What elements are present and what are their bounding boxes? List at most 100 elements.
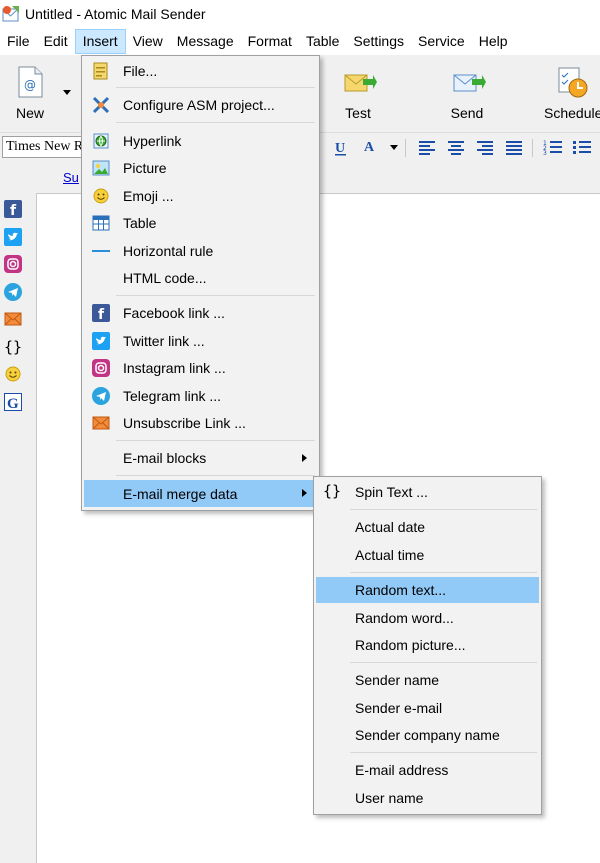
- menu-separator: [350, 752, 537, 753]
- submenu-arrow-icon: [302, 454, 307, 462]
- align-justify-icon[interactable]: [505, 138, 523, 157]
- unsubscribe-icon[interactable]: [4, 310, 22, 328]
- hyperlink-item[interactable]: Hyperlink: [84, 128, 317, 154]
- send-button-label: Send: [450, 105, 484, 121]
- menu-service[interactable]: Service: [411, 29, 472, 54]
- file-icon: [93, 62, 108, 80]
- telegram-icon[interactable]: [4, 282, 22, 301]
- bullet-list-icon[interactable]: [572, 138, 592, 157]
- email-merge-data-item[interactable]: E-mail merge data: [84, 480, 317, 507]
- test-button[interactable]: Test: [330, 65, 386, 121]
- align-center-icon[interactable]: [447, 138, 465, 157]
- random-word-item[interactable]: Random word...: [316, 605, 539, 631]
- align-right-icon[interactable]: [476, 138, 494, 157]
- test-button-label: Test: [345, 105, 371, 121]
- instagram-icon[interactable]: [4, 255, 22, 273]
- twitter-icon[interactable]: [4, 227, 22, 246]
- insert-menu: File... Configure ASM project... Hyperli…: [81, 55, 320, 511]
- font-color-dropdown-icon[interactable]: [390, 145, 398, 150]
- actual-time-label: Actual time: [355, 547, 425, 563]
- numbered-list-icon[interactable]: 123: [543, 138, 563, 157]
- google-icon[interactable]: G: [4, 392, 22, 412]
- menu-file[interactable]: File: [0, 29, 37, 54]
- editor-link[interactable]: Su: [63, 170, 79, 185]
- user-name-item[interactable]: User name: [316, 785, 539, 811]
- twitter-link-item[interactable]: Twitter link ...: [84, 328, 317, 354]
- email-address-item[interactable]: E-mail address: [316, 757, 539, 783]
- random-picture-item[interactable]: Random picture...: [316, 632, 539, 658]
- html-code-label: HTML code...: [123, 270, 207, 286]
- sender-email-label: Sender e-mail: [355, 700, 443, 716]
- telegram-icon: [92, 387, 110, 405]
- random-text-item[interactable]: Random text...: [316, 577, 539, 603]
- spin-text-item[interactable]: {} Spin Text ...: [316, 479, 539, 505]
- menu-table[interactable]: Table: [299, 29, 346, 54]
- menu-settings[interactable]: Settings: [346, 29, 411, 54]
- spin-text-icon[interactable]: {}: [4, 338, 22, 356]
- twitter-link-label: Twitter link ...: [123, 333, 205, 349]
- underline-icon[interactable]: U: [333, 138, 349, 157]
- actual-time-item[interactable]: Actual time: [316, 542, 539, 568]
- menu-edit[interactable]: Edit: [37, 29, 75, 54]
- facebook-icon[interactable]: f: [4, 200, 22, 219]
- configure-asm-item[interactable]: Configure ASM project...: [84, 92, 317, 118]
- table-icon: [92, 215, 110, 231]
- svg-text:U: U: [335, 141, 345, 156]
- instagram-link-item[interactable]: Instagram link ...: [84, 355, 317, 381]
- menu-separator: [116, 122, 315, 123]
- email-address-label: E-mail address: [355, 762, 449, 778]
- configure-icon: [92, 96, 110, 114]
- menu-separator: [350, 509, 537, 510]
- window-title: Untitled - Atomic Mail Sender: [25, 6, 206, 22]
- user-name-label: User name: [355, 790, 424, 806]
- font-select[interactable]: Times New Roman: [2, 136, 82, 158]
- menu-separator: [116, 475, 315, 476]
- picture-item[interactable]: Picture: [84, 155, 317, 181]
- email-blocks-item[interactable]: E-mail blocks: [84, 445, 317, 471]
- picture-label: Picture: [123, 160, 167, 176]
- table-item[interactable]: Table: [84, 210, 317, 236]
- emoji-label: Emoji ...: [123, 188, 174, 204]
- emoji-icon[interactable]: [4, 365, 22, 383]
- actual-date-item[interactable]: Actual date: [316, 514, 539, 540]
- horizontal-rule-item[interactable]: Horizontal rule: [84, 238, 317, 264]
- menu-bar: File Edit Insert View Message Format Tab…: [0, 28, 600, 55]
- random-picture-label: Random picture...: [355, 637, 466, 653]
- new-dropdown-icon[interactable]: [63, 90, 71, 95]
- facebook-link-label: Facebook link ...: [123, 305, 225, 321]
- hyperlink-icon: [93, 133, 109, 149]
- sender-email-item[interactable]: Sender e-mail: [316, 695, 539, 721]
- new-button[interactable]: @ New: [2, 65, 58, 121]
- menu-view[interactable]: View: [126, 29, 170, 54]
- emoji-item[interactable]: Emoji ...: [84, 183, 317, 209]
- app-icon: [2, 5, 20, 23]
- menu-help[interactable]: Help: [472, 29, 515, 54]
- send-button[interactable]: Send: [439, 65, 495, 121]
- facebook-link-item[interactable]: f Facebook link ...: [84, 300, 317, 326]
- random-text-label: Random text...: [355, 582, 447, 598]
- menu-format[interactable]: Format: [241, 29, 299, 54]
- format-divider: [405, 139, 406, 157]
- font-color-icon[interactable]: A: [362, 138, 380, 157]
- schedule-button[interactable]: Schedule: [544, 65, 600, 121]
- menu-insert[interactable]: Insert: [74, 29, 126, 54]
- facebook-icon: f: [92, 304, 110, 322]
- unsubscribe-link-item[interactable]: Unsubscribe Link ...: [84, 410, 317, 436]
- side-icon-column: f {} G: [4, 200, 26, 420]
- menu-separator: [116, 295, 315, 296]
- merge-data-submenu: {} Spin Text ... Actual date Actual time…: [313, 476, 542, 815]
- email-blocks-label: E-mail blocks: [123, 450, 207, 466]
- html-code-item[interactable]: HTML code...: [84, 265, 317, 291]
- svg-text:f: f: [10, 203, 17, 218]
- sender-company-item[interactable]: Sender company name: [316, 722, 539, 748]
- configure-asm-label: Configure ASM project...: [123, 97, 275, 113]
- emoji-icon: [93, 188, 109, 204]
- telegram-link-item[interactable]: Telegram link ...: [84, 383, 317, 409]
- align-left-icon[interactable]: [418, 138, 436, 157]
- sender-name-item[interactable]: Sender name: [316, 667, 539, 693]
- svg-text:3: 3: [543, 150, 547, 157]
- menu-separator: [350, 572, 537, 573]
- insert-file-item[interactable]: File...: [84, 58, 317, 84]
- insert-file-label: File...: [123, 63, 158, 79]
- menu-message[interactable]: Message: [170, 29, 241, 54]
